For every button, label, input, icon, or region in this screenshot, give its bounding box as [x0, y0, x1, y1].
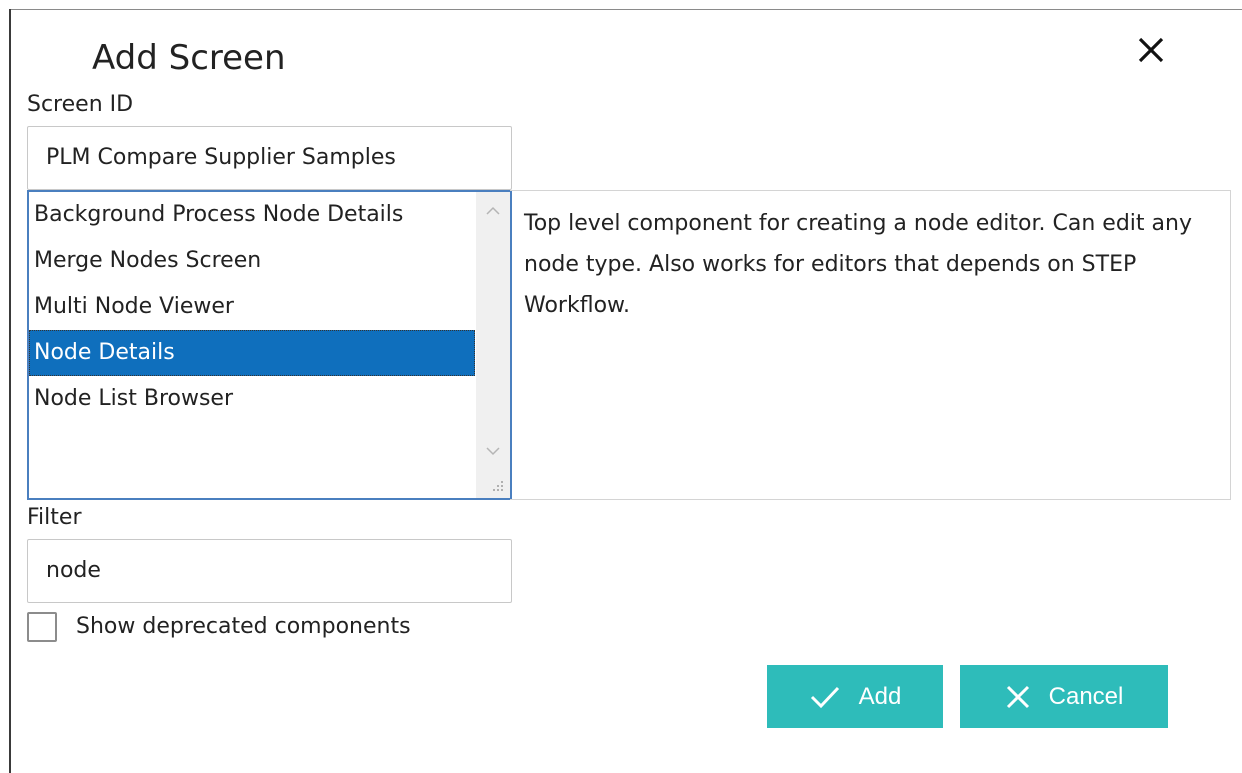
show-deprecated-checkbox[interactable] — [27, 612, 57, 642]
cancel-button[interactable]: Cancel — [960, 665, 1168, 728]
close-button[interactable] — [1132, 33, 1172, 73]
screen-id-label: Screen ID — [27, 92, 134, 117]
filter-input[interactable]: node — [27, 539, 512, 603]
x-icon — [1006, 685, 1029, 708]
list-item[interactable]: Background Process Node Details — [29, 192, 475, 238]
list-item[interactable]: Multi Node Viewer — [29, 284, 475, 330]
dialog-title: Add Screen — [92, 38, 286, 78]
checkmark-icon — [810, 686, 839, 708]
add-button-label: Add — [858, 682, 902, 710]
cancel-button-label: Cancel — [1048, 682, 1124, 710]
list-item[interactable]: Node List Browser — [29, 376, 475, 422]
add-screen-dialog: Add Screen Screen ID PLM Compare Supplie… — [0, 0, 1242, 773]
dialog-top-border — [9, 9, 1242, 10]
close-icon — [1138, 37, 1164, 63]
filter-label: Filter — [27, 505, 82, 530]
dialog-left-border — [9, 9, 11, 773]
add-button[interactable]: Add — [767, 665, 943, 728]
show-deprecated-label[interactable]: Show deprecated components — [76, 614, 411, 639]
list-scrollbar[interactable] — [476, 192, 510, 498]
resize-grip-icon[interactable] — [490, 478, 504, 492]
screen-id-input[interactable]: PLM Compare Supplier Samples — [27, 126, 512, 190]
component-listbox[interactable]: Background Process Node Details Merge Nod… — [27, 190, 512, 500]
list-item[interactable]: Merge Nodes Screen — [29, 238, 475, 284]
chevron-up-icon[interactable] — [484, 204, 502, 218]
list-item[interactable]: Node Details — [29, 330, 475, 376]
component-description: Top level component for creating a node … — [510, 190, 1231, 500]
chevron-down-icon[interactable] — [484, 444, 502, 458]
